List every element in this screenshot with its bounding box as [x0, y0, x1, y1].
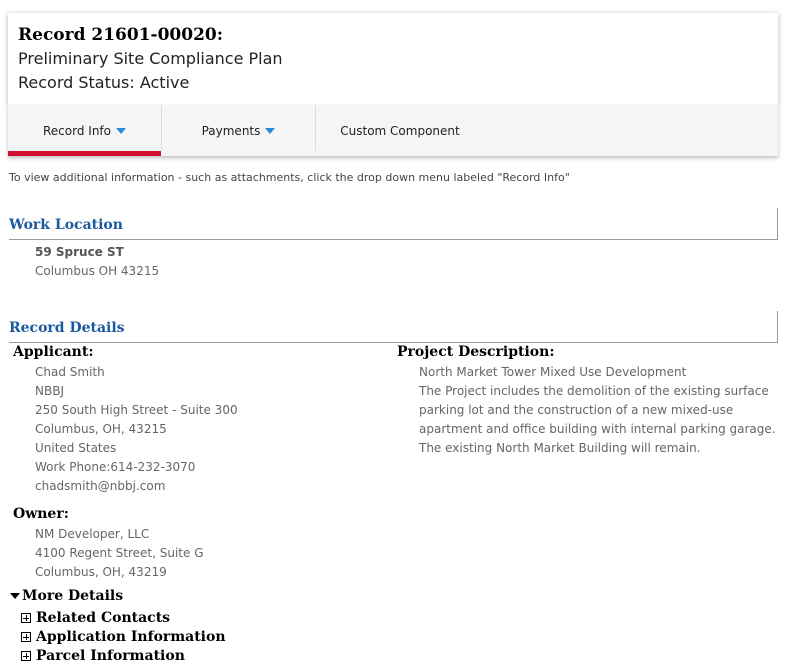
project-description-line: The Project includes the demolition of t…	[419, 384, 769, 398]
expand-plus-icon	[21, 632, 31, 642]
tab-custom-component[interactable]: Custom Component	[316, 105, 484, 156]
record-status: Record Status: Active	[18, 73, 190, 92]
applicant-label: Applicant:	[13, 344, 94, 360]
applicant-line: Chad Smith	[35, 365, 105, 379]
expand-plus-icon	[21, 651, 31, 661]
caret-down-icon	[116, 127, 126, 134]
work-location-city: Columbus OH 43215	[35, 264, 160, 278]
tab-payments[interactable]: Payments	[162, 105, 315, 156]
owner-label: Owner:	[13, 506, 69, 522]
project-description-line: The existing North Market Building will …	[419, 441, 701, 455]
tab-record-info[interactable]: Record Info	[8, 105, 161, 156]
tree-item-label: Related Contacts	[36, 610, 171, 626]
work-location-street: 59 Spruce ST	[35, 245, 124, 259]
tree-item-label: Parcel Information	[36, 648, 185, 664]
owner-line: Columbus, OH, 43219	[35, 565, 167, 579]
record-header-card: Record 21601-00020: Preliminary Site Com…	[8, 13, 778, 105]
triangle-down-icon	[10, 593, 20, 599]
section-title: Work Location	[9, 217, 123, 233]
project-description-line: parking lot and the construction of a ne…	[419, 403, 734, 417]
project-description-line: North Market Tower Mixed Use Development	[419, 365, 687, 379]
expand-plus-icon	[21, 613, 31, 623]
project-description-line: apartment and office building with inter…	[419, 422, 776, 436]
applicant-phone: Work Phone:614-232-3070	[35, 460, 196, 474]
applicant-line: United States	[35, 441, 117, 455]
hint-text: To view additional information - such as…	[9, 171, 570, 184]
record-type: Preliminary Site Compliance Plan	[18, 49, 283, 68]
work-location-header: Work Location	[9, 208, 778, 240]
tab-label: Custom Component	[340, 123, 460, 138]
more-details-label: More Details	[22, 588, 124, 604]
parcel-information-toggle[interactable]: Parcel Information	[21, 648, 185, 664]
applicant-line: Columbus, OH, 43215	[35, 422, 167, 436]
more-details-toggle[interactable]: More Details	[10, 588, 123, 604]
applicant-line: NBBJ	[35, 384, 64, 398]
project-description-label: Project Description:	[397, 344, 555, 360]
tab-label: Record Info	[43, 123, 111, 138]
tree-item-label: Application Information	[36, 629, 226, 645]
caret-down-icon	[265, 127, 276, 134]
active-tab-indicator	[8, 151, 161, 156]
owner-line: 4100 Regent Street, Suite G	[35, 546, 204, 560]
tab-bar: Record Info Payments Custom Component	[8, 105, 778, 156]
record-details-header: Record Details	[9, 311, 778, 343]
tab-label: Payments	[201, 123, 261, 138]
applicant-line: 250 South High Street - Suite 300	[35, 403, 238, 417]
record-number: Record 21601-00020:	[18, 25, 224, 45]
owner-line: NM Developer, LLC	[35, 527, 150, 541]
applicant-email: chadsmith@nbbj.com	[35, 479, 166, 493]
section-title: Record Details	[9, 320, 125, 336]
application-information-toggle[interactable]: Application Information	[21, 629, 226, 645]
related-contacts-toggle[interactable]: Related Contacts	[21, 610, 170, 626]
